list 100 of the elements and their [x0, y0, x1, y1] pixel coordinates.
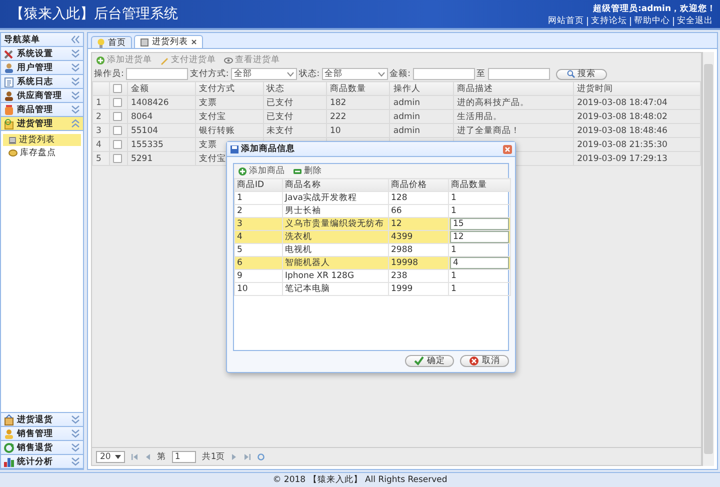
- nav-section[interactable]: 供应商管理: [1, 89, 83, 103]
- pencil-icon: [160, 56, 169, 64]
- bar-chart-icon: [3, 456, 15, 468]
- nav-section[interactable]: 销售退货: [1, 441, 83, 455]
- table-cell: 银行转账: [195, 124, 264, 138]
- nav-item[interactable]: 进货列表: [3, 134, 81, 146]
- nav-section[interactable]: 系统日志: [1, 75, 83, 89]
- search-button[interactable]: 搜索: [556, 68, 606, 80]
- table-cell: 智能机器人: [282, 256, 388, 270]
- table-cell: 222: [326, 110, 390, 124]
- table-cell: admin: [390, 96, 454, 110]
- table-cell: 1: [448, 282, 510, 296]
- nav-section[interactable]: 用户管理: [1, 61, 83, 75]
- table-cell: 10: [326, 124, 390, 138]
- toolbar-button[interactable]: 添加商品: [238, 165, 285, 177]
- close-icon: [191, 39, 197, 45]
- row-number: 4: [92, 138, 110, 152]
- nav-section-label: 进货管理: [17, 118, 53, 130]
- table-cell: 2019-03-08 18:48:02: [574, 110, 700, 124]
- header-link[interactable]: 帮助中心: [630, 16, 673, 26]
- add-icon: [238, 166, 247, 176]
- table-cell: 进了全量商品！: [453, 124, 574, 138]
- table-cell: 支票: [195, 96, 264, 110]
- nav-section[interactable]: 进货退货: [1, 413, 83, 427]
- nav-section[interactable]: 销售管理: [1, 427, 83, 441]
- double-chevron-down-icon: [71, 415, 80, 424]
- column-header[interactable]: 商品ID: [234, 178, 282, 192]
- table-cell: 1999: [388, 282, 448, 296]
- table-cell: 155335: [127, 138, 196, 152]
- checkbox[interactable]: [113, 154, 122, 163]
- checkbox[interactable]: [113, 84, 122, 93]
- tab[interactable]: 进货列表: [134, 35, 203, 48]
- input-field[interactable]: [488, 68, 550, 80]
- jar-icon: [3, 104, 15, 116]
- next-page-icon: [231, 452, 238, 460]
- filter-label: 至: [476, 68, 486, 80]
- select-field[interactable]: 全部: [230, 68, 297, 80]
- input-field[interactable]: [412, 68, 474, 80]
- tab[interactable]: 首页: [91, 36, 132, 48]
- column-header[interactable]: 商品名称: [282, 178, 388, 192]
- header-link[interactable]: 网站首页: [545, 16, 587, 26]
- table-cell: 1408426: [127, 96, 196, 110]
- nav-section[interactable]: 进货管理: [1, 117, 83, 131]
- list-icon: [8, 136, 17, 144]
- column-header[interactable]: 进货时间: [574, 82, 700, 96]
- quantity-field[interactable]: 15: [450, 218, 509, 230]
- checkbox[interactable]: [113, 112, 122, 121]
- cancel-button[interactable]: 取消: [460, 355, 509, 367]
- nav-section[interactable]: 系统设置: [1, 47, 83, 61]
- nav-section-label: 系统设置: [17, 48, 53, 60]
- row-number: 3: [92, 124, 110, 138]
- table-cell: Iphone XR 128G: [282, 270, 388, 282]
- column-header[interactable]: 支付方式: [195, 82, 264, 96]
- page-input[interactable]: 1: [172, 450, 196, 462]
- person-icon: [3, 90, 15, 102]
- double-chevron-left-icon: [71, 35, 80, 44]
- nav-section[interactable]: 统计分析: [1, 455, 83, 469]
- select-field[interactable]: 全部: [322, 68, 388, 80]
- quantity-field[interactable]: 12: [450, 232, 509, 242]
- nav-section-label: 进货退货: [17, 414, 53, 426]
- app-title: 【猿来入此】后台管理系统: [10, 5, 178, 23]
- column-header[interactable]: 商品数量: [448, 178, 510, 192]
- scrollbar[interactable]: [702, 52, 714, 466]
- column-header[interactable]: 商品描述: [453, 82, 574, 96]
- checkbox[interactable]: [113, 140, 122, 149]
- column-header[interactable]: 商品价格: [388, 178, 448, 192]
- table-cell: 6: [234, 256, 282, 270]
- header-link[interactable]: 支持论坛: [587, 16, 630, 26]
- nav-section[interactable]: 商品管理: [1, 103, 83, 117]
- table-cell: 笔记本电脑: [282, 282, 388, 296]
- refresh-icon: [257, 452, 266, 460]
- table-cell: 3: [234, 218, 282, 230]
- person-icon: [3, 62, 15, 74]
- column-header[interactable]: 状态: [263, 82, 326, 96]
- row-number: 2: [92, 110, 110, 124]
- page-total: 共1页: [202, 450, 226, 462]
- double-chevron-down-icon: [71, 63, 80, 72]
- table-cell: 4399: [388, 230, 448, 244]
- column-header[interactable]: 金额: [127, 82, 196, 96]
- checkbox[interactable]: [113, 98, 122, 107]
- table-cell: 19998: [388, 256, 448, 270]
- checkbox[interactable]: [113, 126, 122, 135]
- column-header[interactable]: 操作人: [390, 82, 454, 96]
- close-icon[interactable]: [503, 144, 512, 154]
- table-cell: 1: [234, 192, 282, 204]
- checkmark-icon: [414, 356, 424, 366]
- nav-section-label: 用户管理: [17, 62, 53, 74]
- header-link[interactable]: 安全退出: [673, 16, 716, 26]
- toolbar-button[interactable]: 删除: [293, 165, 322, 177]
- filter-label: 支付方式:: [190, 68, 229, 80]
- column-header[interactable]: 商品数量: [326, 82, 390, 96]
- nav-item[interactable]: 库存盘点: [3, 147, 81, 159]
- input-field[interactable]: [126, 68, 188, 80]
- table-cell: 进的高科技产品。: [453, 96, 574, 110]
- table-cell: 已支付: [263, 96, 326, 110]
- confirm-button[interactable]: 确定: [405, 355, 454, 367]
- welcome-text: 超级管理员:admin，欢迎您！: [592, 2, 716, 14]
- page-size-select[interactable]: 20: [96, 450, 125, 462]
- double-chevron-down-icon: [71, 77, 80, 86]
- quantity-field[interactable]: 4: [450, 258, 509, 268]
